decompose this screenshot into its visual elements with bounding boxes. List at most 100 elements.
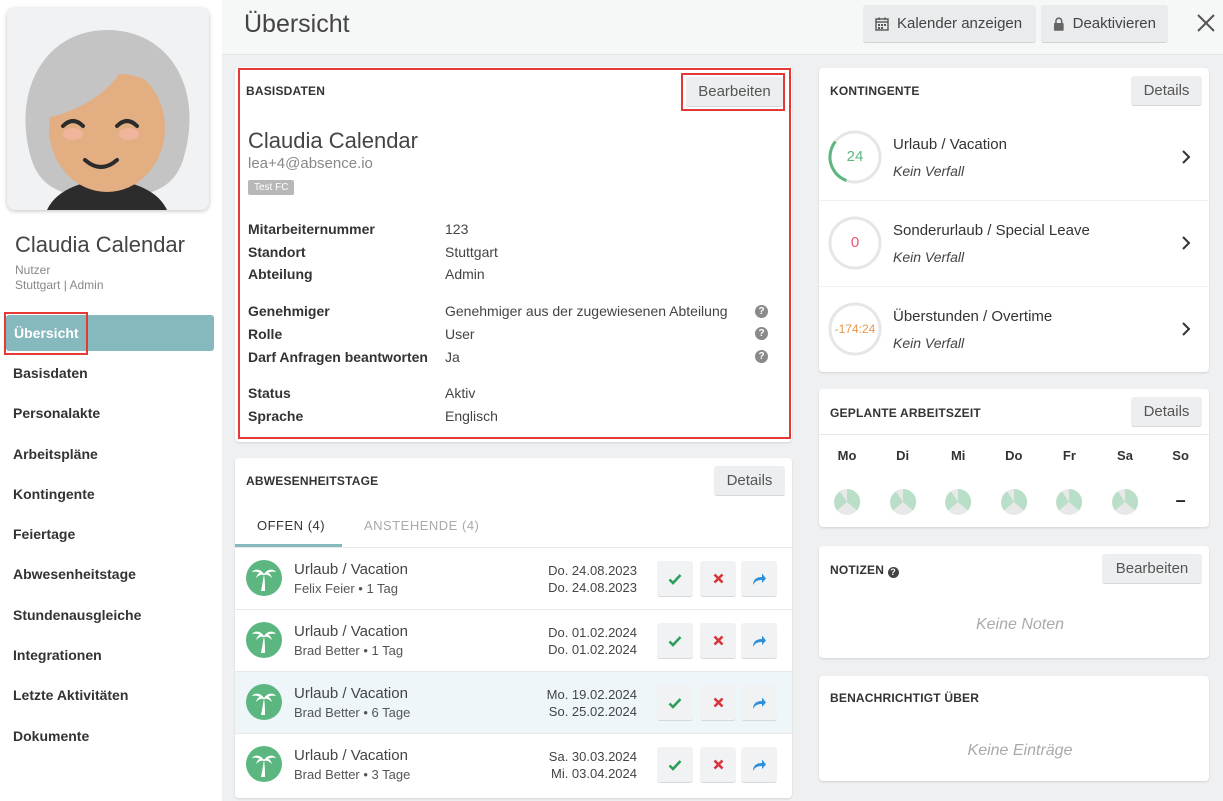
- absence-row[interactable]: Urlaub / Vacation Felix Feier • 1 Tag Do. …: [235, 547, 792, 609]
- field-value-location: Stuttgart: [445, 244, 498, 260]
- absence-row[interactable]: Urlaub / Vacation Brad Better • 6 Tage Mo.…: [235, 671, 792, 733]
- sidebar-item-kontingente[interactable]: Kontingente: [0, 474, 222, 514]
- quota-name[interactable]: Überstunden / Overtime: [893, 308, 1052, 325]
- schedule-details-button[interactable]: Details: [1131, 397, 1202, 427]
- profile-name: Claudia Calendar: [15, 232, 185, 257]
- quota-name[interactable]: Sonderurlaub / Special Leave: [893, 222, 1090, 239]
- workday-pie: [1000, 488, 1027, 515]
- share-arrow-icon: [753, 697, 766, 709]
- weekday-label: Di: [896, 448, 910, 463]
- notified-title: BENACHRICHTIGT ÜBER: [830, 691, 980, 705]
- cross-icon: [713, 759, 723, 770]
- sidebar-item-integrationen[interactable]: Integrationen: [0, 635, 222, 675]
- absences-details-button[interactable]: Details: [714, 466, 785, 496]
- notes-help-icon[interactable]: ?: [887, 567, 899, 578]
- approver-help-icon[interactable]: ?: [755, 305, 768, 318]
- sidebar-item-stundenausgleiche[interactable]: Stundenausgleiche: [0, 595, 222, 635]
- reject-button[interactable]: [700, 623, 736, 659]
- sidebar-item-feiertage[interactable]: Feiertage: [0, 514, 222, 554]
- sidebar-item-basisdaten[interactable]: Basisdaten: [0, 353, 222, 393]
- sidebar-item-dokumente[interactable]: Dokumente: [0, 716, 222, 756]
- sidebar-item-arbeitsplaene[interactable]: Arbeitspläne: [0, 434, 222, 474]
- workday-pie: [834, 488, 861, 515]
- reject-button[interactable]: [700, 561, 736, 597]
- check-icon: [668, 573, 682, 585]
- can-answer-help-icon[interactable]: ?: [755, 350, 768, 363]
- workday-pie: [1112, 488, 1139, 515]
- workday-pie: [1056, 488, 1083, 515]
- quotas-details-button[interactable]: Details: [1131, 76, 1202, 106]
- tab-open[interactable]: OFFEN (4): [257, 518, 325, 533]
- chevron-right-icon[interactable]: [1180, 235, 1192, 251]
- schedule-title: GEPLANTE ARBEITSZEIT: [830, 406, 981, 420]
- palm-tree-icon: [246, 622, 282, 658]
- field-label-can-answer-requests: Darf Anfragen beantworten: [248, 349, 428, 365]
- page-title: Übersicht: [244, 10, 350, 38]
- absence-person: Felix Feier • 1 Tag: [294, 581, 399, 596]
- avatar: [7, 8, 209, 210]
- quota-name[interactable]: Urlaub / Vacation: [893, 136, 1007, 153]
- forward-button[interactable]: [741, 685, 777, 721]
- check-icon: [668, 697, 682, 709]
- sidebar: Claudia Calendar Nutzer Stuttgart | Admi…: [0, 0, 222, 801]
- lock-icon: [1053, 16, 1064, 31]
- cross-icon: [713, 697, 723, 708]
- share-arrow-icon: [753, 759, 766, 771]
- sidebar-item-letzte-aktivitaeten[interactable]: Letzte Aktivitäten: [0, 675, 222, 715]
- absence-type: Urlaub / Vacation: [294, 685, 408, 702]
- sidebar-item-uebersicht[interactable]: Übersicht: [6, 315, 214, 351]
- absence-row[interactable]: Urlaub / Vacation Brad Better • 1 Tag Do. …: [235, 609, 792, 671]
- palm-tree-icon: [246, 560, 282, 596]
- quota-divider: [819, 200, 1209, 201]
- chevron-right-icon[interactable]: [1180, 321, 1192, 337]
- quota-value: 24: [846, 148, 864, 165]
- notes-edit-button[interactable]: Bearbeiten: [1102, 554, 1202, 584]
- chevron-right-icon[interactable]: [1180, 149, 1192, 165]
- field-label-role: Rolle: [248, 326, 283, 342]
- field-value-approver: Genehmiger aus der zugewiesenen Abteilun…: [445, 303, 728, 319]
- profile-location: Stuttgart | Admin: [15, 278, 104, 292]
- quota-value: 0: [850, 234, 860, 251]
- check-icon: [668, 635, 682, 647]
- basisdaten-card: [235, 67, 792, 442]
- approve-button[interactable]: [657, 561, 693, 597]
- palm-tree-icon: [246, 746, 282, 782]
- approve-button[interactable]: [657, 685, 693, 721]
- weekday-label: Fr: [1062, 448, 1076, 463]
- workday-pie: [945, 488, 972, 515]
- approve-button[interactable]: [657, 623, 693, 659]
- absence-end-date: Do. 24.08.2023: [548, 580, 637, 595]
- absences-title: ABWESENHEITSTAGE: [246, 474, 379, 488]
- show-calendar-button[interactable]: Kalender anzeigen: [863, 5, 1036, 43]
- workday-pie: [889, 488, 916, 515]
- reject-button[interactable]: [700, 685, 736, 721]
- forward-button[interactable]: [741, 623, 777, 659]
- deactivate-label: Deaktivieren: [1072, 15, 1156, 32]
- deactivate-button[interactable]: Deaktivieren: [1041, 5, 1168, 43]
- basisdaten-edit-button[interactable]: Bearbeiten: [686, 77, 783, 107]
- sidebar-item-abwesenheitstage[interactable]: Abwesenheitstage: [0, 554, 222, 594]
- reject-button[interactable]: [700, 747, 736, 783]
- basisdaten-title: BASISDATEN: [246, 84, 326, 98]
- share-arrow-icon: [753, 635, 766, 647]
- field-label-status: Status: [248, 385, 291, 401]
- share-arrow-icon: [753, 573, 766, 585]
- sidebar-item-personalakte[interactable]: Personalakte: [0, 393, 222, 433]
- absence-end-date: Do. 01.02.2024: [548, 642, 637, 657]
- field-value-employee-number: 123: [445, 221, 469, 237]
- role-help-icon[interactable]: ?: [755, 327, 768, 340]
- tab-open-label: OFFEN: [257, 518, 304, 533]
- absence-row[interactable]: Urlaub / Vacation Brad Better • 3 Tage Sa.…: [235, 733, 792, 795]
- weekday-label: Mo: [837, 448, 857, 463]
- close-icon[interactable]: [1195, 12, 1217, 34]
- absence-person: Brad Better • 6 Tage: [294, 705, 411, 720]
- field-value-status: Aktiv: [445, 385, 476, 401]
- forward-button[interactable]: [741, 561, 777, 597]
- field-label-department: Abteilung: [248, 266, 313, 282]
- absence-end-date: Mi. 03.04.2024: [550, 766, 637, 781]
- tab-pending[interactable]: ANSTEHENDE (4): [364, 518, 479, 533]
- absence-start-date: Do. 01.02.2024: [548, 625, 637, 640]
- approve-button[interactable]: [657, 747, 693, 783]
- forward-button[interactable]: [741, 747, 777, 783]
- field-value-language: Englisch: [445, 408, 498, 424]
